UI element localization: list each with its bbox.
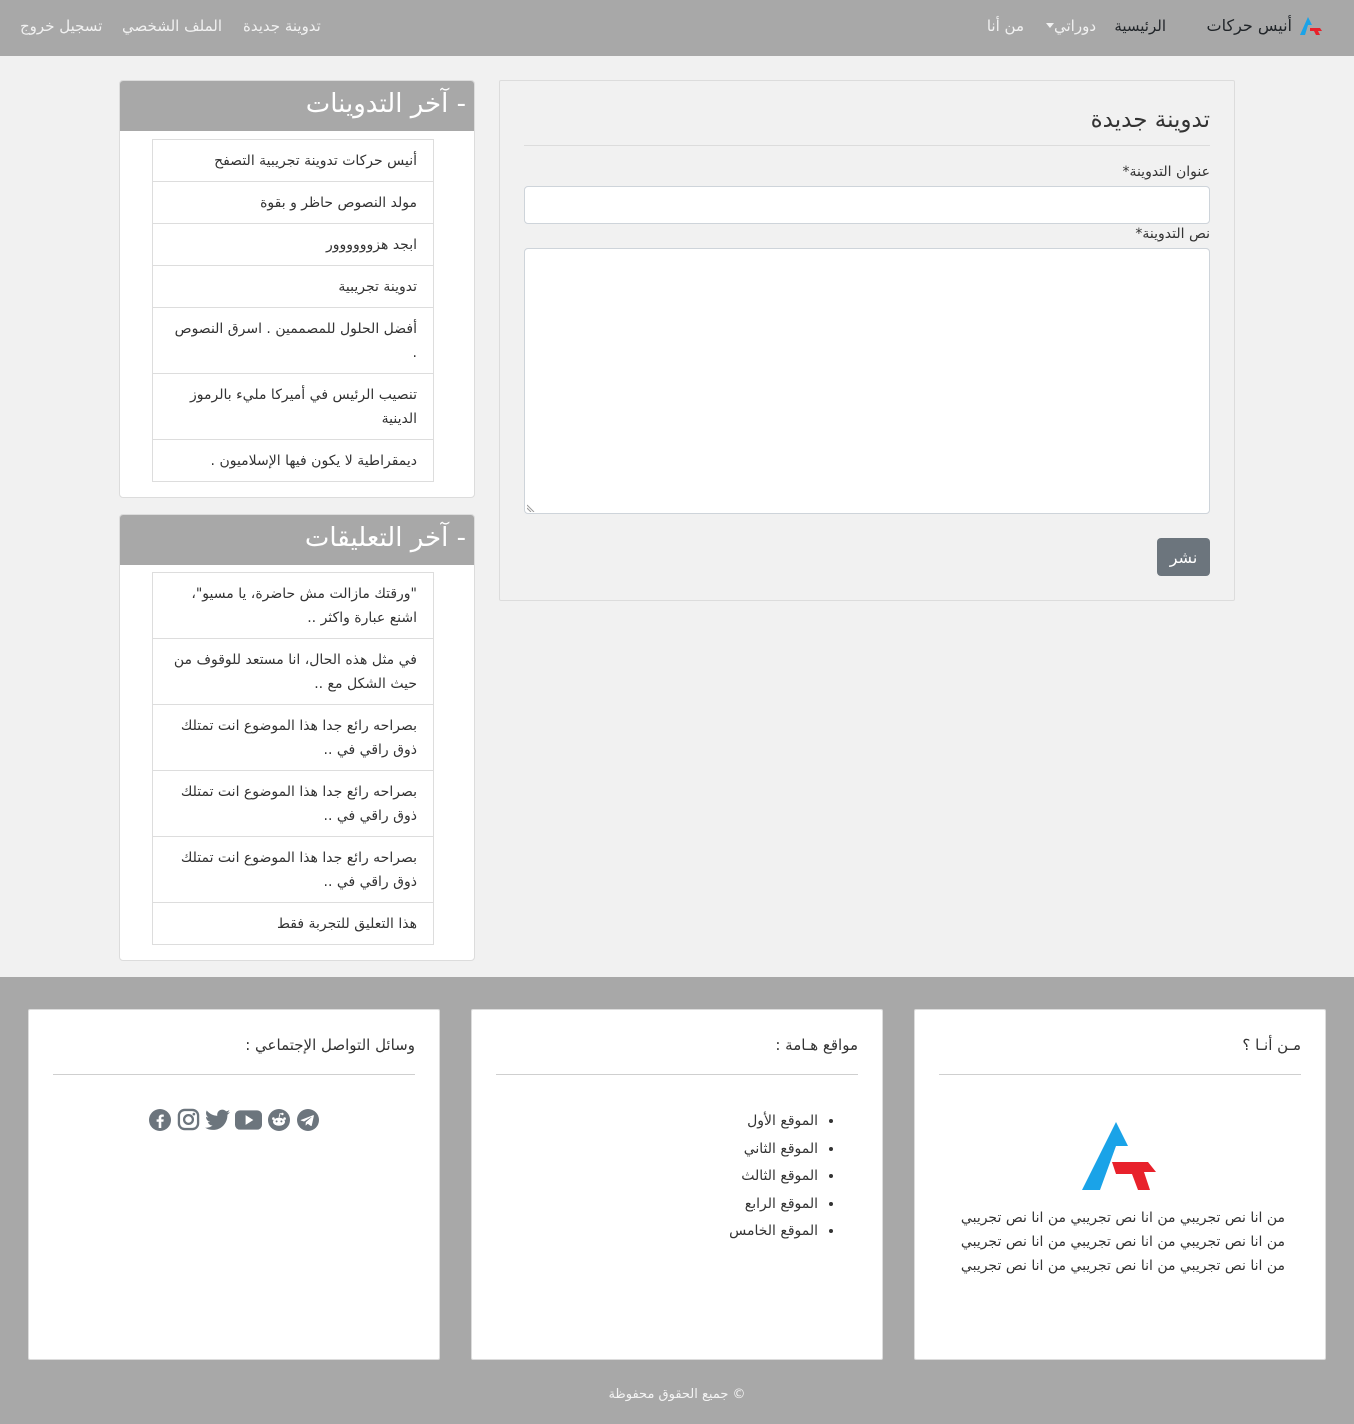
comment-link[interactable]: بصراحه رائع جدا هذا الموضوع انت تمتلك ذو… <box>152 704 434 771</box>
comment-link[interactable]: في مثل هذه الحال، انا مستعد للوقوف من حي… <box>152 638 434 705</box>
latest-posts-heading: - آخر التدوينات <box>120 81 474 131</box>
latest-comments-panel: - آخر التعليقات "ورقتك مازالت مش حاضرة، … <box>119 514 475 961</box>
footer-social-card: وسائل التواصل الإجتماعي : <box>28 1009 440 1360</box>
youtube-icon[interactable] <box>234 1107 262 1132</box>
nav-new-post[interactable]: تدوينة جديدة <box>243 17 321 35</box>
nav-courses-label: دوراتي <box>1053 17 1096 35</box>
comment-link[interactable]: "ورقتك مازالت مش حاضرة، يا مسيو"، اشنع ع… <box>152 572 434 639</box>
nav-profile[interactable]: الملف الشخصي <box>122 17 222 35</box>
footer-sites-card: مواقع هـامة : الموقع الأول الموقع الثاني… <box>471 1009 883 1360</box>
latest-comments-list: "ورقتك مازالت مش حاضرة، يا مسيو"، اشنع ع… <box>152 572 434 945</box>
post-link[interactable]: تدوينة تجريبية <box>152 265 434 308</box>
footer-about-card: مـن أنـا ؟ من انا نص تجريبي من انا نص تج… <box>914 1009 1326 1360</box>
title-label: عنوان التدوينة* <box>1122 164 1210 180</box>
footer-social-title: وسائل التواصل الإجتماعي : <box>245 1036 415 1054</box>
important-sites-list: الموقع الأول الموقع الثاني الموقع الثالث… <box>729 1108 818 1246</box>
chevron-down-icon <box>1045 23 1054 28</box>
body-label: نص التدوينة* <box>1135 226 1210 242</box>
navbar: أنيس حركات الرئيسية دوراتي من أنا تدوينة… <box>0 0 1354 56</box>
post-title-input[interactable] <box>524 186 1210 224</box>
nav-about[interactable]: من أنا <box>987 17 1024 35</box>
post-link[interactable]: أفضل الحلول للمصممين . اسرق النصوص . <box>152 307 434 374</box>
brand-logo-icon <box>1300 17 1322 35</box>
comment-link[interactable]: بصراحه رائع جدا هذا الموضوع انت تمتلك ذو… <box>152 836 434 903</box>
divider <box>524 145 1210 146</box>
brand-name: أنيس حركات <box>1206 15 1292 35</box>
nav-logout[interactable]: تسجيل خروج <box>20 17 102 35</box>
resize-handle-icon[interactable] <box>527 503 536 512</box>
footer-sites-title: مواقع هـامة : <box>775 1036 858 1054</box>
divider <box>939 1074 1301 1075</box>
post-link[interactable]: مولد النصوص حاظر و بقوة <box>152 181 434 224</box>
facebook-icon[interactable] <box>147 1107 172 1132</box>
divider <box>53 1074 415 1075</box>
post-link[interactable]: تنصيب الرئيس في أميركا مليء بالرموز الدي… <box>152 373 434 440</box>
brand-link[interactable]: أنيس حركات <box>1207 14 1324 36</box>
copyright-text: © جميع الحقوق محفوظة <box>608 1387 746 1402</box>
site-link[interactable]: الموقع الأول <box>729 1108 818 1136</box>
post-body-textarea[interactable] <box>524 248 1210 514</box>
latest-posts-panel: - آخر التدوينات أنيس حركات تدوينة تجريبي… <box>119 80 475 498</box>
nav-courses-dropdown[interactable]: دوراتي <box>1041 17 1096 35</box>
footer: مـن أنـا ؟ من انا نص تجريبي من انا نص تج… <box>0 977 1354 1424</box>
site-link[interactable]: الموقع الخامس <box>729 1218 818 1246</box>
site-logo-icon <box>1082 1122 1156 1190</box>
footer-about-text: من انا نص تجريبي من انا نص تجريبي من انا… <box>960 1210 1285 1274</box>
site-link[interactable]: الموقع الرابع <box>729 1191 818 1219</box>
social-links <box>147 1107 320 1132</box>
publish-button[interactable]: نشر <box>1157 538 1210 576</box>
instagram-icon[interactable] <box>176 1107 201 1132</box>
site-link[interactable]: الموقع الثاني <box>729 1136 818 1164</box>
telegram-icon[interactable] <box>295 1107 320 1132</box>
new-post-form: تدوينة جديدة عنوان التدوينة* نص التدوينة… <box>499 80 1235 601</box>
latest-comments-heading: - آخر التعليقات <box>120 515 474 565</box>
form-heading: تدوينة جديدة <box>1090 107 1210 133</box>
site-link[interactable]: الموقع الثالث <box>729 1163 818 1191</box>
twitter-icon[interactable] <box>205 1107 230 1132</box>
divider <box>496 1074 858 1075</box>
post-link[interactable]: ابجد هزوووووور <box>152 223 434 266</box>
reddit-icon[interactable] <box>266 1107 291 1132</box>
footer-about-title: مـن أنـا ؟ <box>1242 1036 1301 1054</box>
comment-link[interactable]: هذا التعليق للتجربة فقط <box>152 902 434 945</box>
comment-link[interactable]: بصراحه رائع جدا هذا الموضوع انت تمتلك ذو… <box>152 770 434 837</box>
nav-home[interactable]: الرئيسية <box>1114 17 1166 35</box>
post-link[interactable]: ديمقراطية لا يكون فيها الإسلاميون . <box>152 439 434 482</box>
latest-posts-list: أنيس حركات تدوينة تجريبية التصفح مولد ال… <box>152 139 434 482</box>
post-link[interactable]: أنيس حركات تدوينة تجريبية التصفح <box>152 139 434 182</box>
